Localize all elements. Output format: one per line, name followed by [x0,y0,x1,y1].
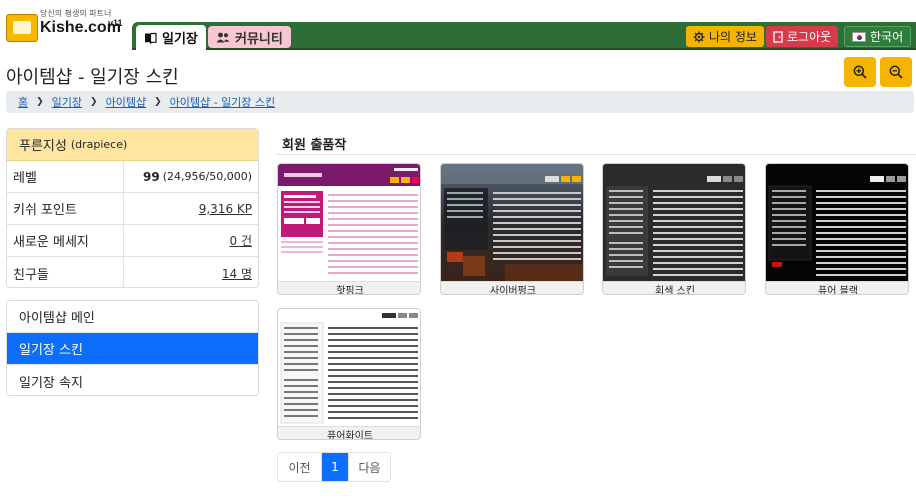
prev-page-button[interactable]: 이전 [278,453,322,481]
itemshop-menu: 아이템샵 메인 일기장 스킨 일기장 속지 [6,300,259,396]
tab-diary[interactable]: 일기장 [136,25,206,50]
my-info-label: 나의 정보 [709,30,757,44]
page-title: 아이템샵 - 일기장 스킨 [6,67,179,88]
profile-row-messages: 새로운 메세지 0 건 [7,225,258,257]
logo-tagline: 당신의 평생의 파트너 [40,9,112,18]
tab-community[interactable]: 커뮤니티 [208,26,291,48]
zoom-out-icon [889,65,903,79]
messages-link[interactable]: 0 건 [230,232,253,249]
menu-item-diary-paper[interactable]: 일기장 속지 [7,365,258,395]
language-label: 한국어 [870,30,904,44]
skin-name: 퓨어화이트 [278,426,420,439]
divider [276,154,916,155]
users-icon [216,32,230,42]
pagination: 이전 1 다음 [277,452,391,482]
chevron-right-icon: ❯ [36,97,44,107]
points-link[interactable]: 9,316 KP [199,202,252,216]
level-label: 레벨 [7,161,124,192]
breadcrumb-current[interactable]: 아이템샵 - 일기장 스킨 [170,94,276,110]
book-icon [145,32,157,44]
profile-card: 푸른지성 (drapiece) 레벨 99 (24,956/50,000) 키쉬 … [6,128,259,288]
skin-card-black[interactable]: 퓨어 블랙 [765,163,909,295]
skin-name: 퓨어 블랙 [766,281,908,294]
friends-link[interactable]: 14 명 [222,265,252,282]
menu-item-itemshop-main[interactable]: 아이템샵 메인 [7,301,258,333]
logout-button[interactable]: 로그아웃 [766,26,839,47]
skin-name: 회색 스킨 [603,281,745,294]
breadcrumb: 홈 ❯ 일기장 ❯ 아이템샵 ❯ 아이템샵 - 일기장 스킨 [6,91,914,113]
profile-header: 푸른지성 (drapiece) [7,129,258,161]
zoom-out-button[interactable] [880,57,912,87]
profile-row-friends: 친구들 14 명 [7,257,258,287]
language-button[interactable]: 한국어 [844,26,912,47]
gear-icon [693,31,705,42]
skin-name: 핫핑크 [278,281,420,294]
messages-label: 새로운 메세지 [7,225,124,256]
skin-name: 사이버펑크 [441,281,583,294]
breadcrumb-diary[interactable]: 일기장 [52,94,82,110]
breadcrumb-home[interactable]: 홈 [18,94,28,110]
profile-id: (drapiece) [70,138,128,151]
friends-label: 친구들 [7,257,124,287]
skin-thumbnail [278,309,420,426]
logout-label: 로그아웃 [787,30,832,44]
logo-version: v11 [108,18,123,28]
next-page-button[interactable]: 다음 [348,453,390,481]
tab-community-label: 커뮤니티 [235,31,283,47]
tab-diary-label: 일기장 [162,32,198,47]
profile-row-level: 레벨 99 (24,956/50,000) [7,161,258,193]
skin-thumbnail [278,164,420,281]
level-progress: (24,956/50,000) [162,170,252,183]
skin-card-cyberpunk[interactable]: 사이버펑크 [440,163,584,295]
logout-door-icon [773,30,783,43]
main-nav: 일기장 커뮤니티 나의 정보 로그아웃 한국어 [132,22,916,50]
zoom-in-button[interactable] [844,57,876,87]
my-info-button[interactable]: 나의 정보 [686,26,764,47]
skin-card-hotpink[interactable]: 핫핑크 [277,163,421,295]
skin-thumbnail [603,164,745,281]
site-logo[interactable]: 당신의 평생의 파트너 Kishe.com v11 [4,6,132,46]
logo-icon [6,14,38,42]
header: 당신의 평생의 파트너 Kishe.com v11 일기장 커뮤니티 나의 정보… [0,0,916,52]
skin-card-white[interactable]: 퓨어화이트 [277,308,421,440]
section-title: 회원 출품작 [282,138,347,153]
chevron-right-icon: ❯ [90,97,98,107]
menu-item-diary-skin[interactable]: 일기장 스킨 [7,333,258,365]
chevron-right-icon: ❯ [154,97,162,107]
page-button-1[interactable]: 1 [322,453,348,481]
profile-name: 푸른지성 [19,139,67,154]
korea-flag-icon [852,31,866,42]
skin-thumbnail [766,164,908,281]
skin-thumbnail [441,164,583,281]
level-value: 99 [143,169,160,184]
points-label: 키쉬 포인트 [7,193,124,224]
profile-row-points: 키쉬 포인트 9,316 KP [7,193,258,225]
skin-card-gray[interactable]: 회색 스킨 [602,163,746,295]
breadcrumb-itemshop[interactable]: 아이템샵 [106,94,146,110]
zoom-in-icon [853,65,867,79]
